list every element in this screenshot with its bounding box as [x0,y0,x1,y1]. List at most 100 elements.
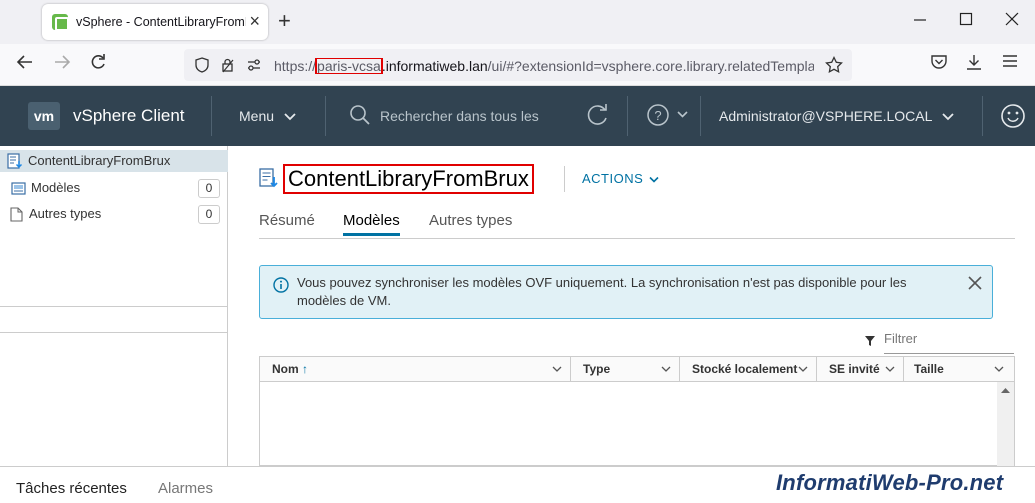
tab-autres-types[interactable]: Autres types [429,212,512,229]
header-divider [982,96,983,136]
sidebar-item-label: Autres types [29,206,102,221]
url-highlighted-hostname: paris-vcsa [315,58,383,74]
address-bar[interactable]: https://paris-vcsa.informatiweb.lan/ui/#… [184,49,852,81]
watermark: InformatiWeb-Pro.net [776,470,1004,495]
alert-message: Vous pouvez synchroniser les modèles OVF… [297,275,907,308]
tab-recent-tasks[interactable]: Tâches récentes [16,480,127,497]
header-divider [627,96,628,136]
column-label: Nom [272,362,299,376]
column-label: Taille [914,362,944,376]
vm-logo: vm [28,102,60,130]
sidebar-divider [0,306,228,307]
column-header-type[interactable]: Type [571,357,680,382]
close-icon[interactable] [968,276,982,290]
global-search-input[interactable]: Rechercher dans tous les [380,108,539,124]
content-library-icon [259,168,279,188]
info-alert: Vous pouvez synchroniser les modèles OVF… [259,265,993,319]
browser-tab-title: vSphere - ContentLibraryFromB [76,15,246,29]
actions-label: ACTIONS [582,171,644,186]
url-text: https://paris-vcsa.informatiweb.lan/ui/#… [274,58,814,74]
column-label: Type [583,362,611,376]
actions-button[interactable]: ACTIONS [582,171,659,186]
chevron-down-icon [649,176,659,184]
new-tab-icon[interactable]: + [278,8,291,34]
download-icon[interactable] [965,53,983,71]
inventory-sidebar: ContentLibraryFromBrux Modèles 0 Autres … [0,146,228,466]
sidebar-root-library[interactable]: ContentLibraryFromBrux [0,150,228,172]
feedback-smiley-icon[interactable] [1000,103,1026,129]
browser-tab[interactable]: vSphere - ContentLibraryFromB × [42,4,268,40]
app-title: vSphere Client [73,106,185,125]
chevron-down-icon[interactable] [661,366,671,373]
browser-nav-bar: https://paris-vcsa.informatiweb.lan/ui/#… [0,44,1035,86]
minimize-icon[interactable] [913,12,927,26]
chevron-down-icon [284,112,296,122]
app-window: vSphere - ContentLibraryFromB × + https:… [0,0,1035,503]
document-icon [10,207,23,222]
user-menu[interactable]: Administrator@VSPHERE.LOCAL [719,108,954,124]
column-header-stocke-localement[interactable]: Stocké localement [680,357,817,382]
menu-label: Menu [239,108,275,124]
count-badge: 0 [198,205,220,224]
tab-alarms[interactable]: Alarmes [158,480,213,497]
reload-icon[interactable] [89,53,107,71]
scroll-up-icon[interactable] [1001,387,1010,393]
column-header-se-invite[interactable]: SE invité [817,357,904,382]
forward-icon[interactable] [53,53,71,71]
user-name: Administrator@VSPHERE.LOCAL [719,108,932,124]
lock-icon[interactable] [220,57,236,73]
sidebar-item-label: Modèles [31,180,81,195]
column-label: SE invité [829,362,880,376]
sidebar-item-modeles[interactable]: Modèles 0 [0,176,228,200]
help-button[interactable]: ? [646,103,692,127]
pocket-icon[interactable] [930,53,948,71]
chevron-down-icon[interactable] [798,366,808,373]
template-icon [11,181,26,196]
header-divider [700,96,701,136]
chevron-down-icon[interactable] [994,366,1004,373]
vsphere-header: vm vSphere Client Menu Rechercher dans t… [0,86,1035,146]
svg-text:?: ? [654,108,661,123]
permissions-icon[interactable] [246,57,262,73]
tab-bar: Résumé Modèles Autres types [259,208,1015,239]
url-path: /ui/#?extensionId=vsphere.core.library.r… [487,58,814,74]
tab-resume[interactable]: Résumé [259,212,315,229]
count-badge: 0 [198,179,220,198]
datagrid-header: Nom ↑ Type Stocké localement SE invité T… [260,357,1014,382]
search-icon[interactable] [349,104,371,126]
column-header-taille[interactable]: Taille [904,357,1014,382]
filter-input[interactable]: Filtrer [884,332,1014,354]
menu-button[interactable]: Menu [239,108,296,124]
column-header-nom[interactable]: Nom ↑ [260,357,571,382]
column-label: Stocké localement [692,362,798,376]
bookmark-star-icon[interactable] [825,56,843,74]
chevron-down-icon[interactable] [885,366,895,373]
title-divider [564,166,565,192]
chevron-down-icon[interactable] [552,366,562,373]
shield-icon[interactable] [194,57,210,73]
back-icon[interactable] [16,53,34,71]
templates-datagrid: Nom ↑ Type Stocké localement SE invité T… [259,356,1015,466]
tab-modeles[interactable]: Modèles [343,212,400,236]
sort-asc-icon: ↑ [302,362,309,376]
url-scheme: https:// [274,58,317,74]
main-content: ContentLibraryFromBrux ACTIONS Résumé Mo… [229,146,1035,466]
header-divider [211,96,212,136]
close-tab-icon[interactable]: × [249,12,260,30]
header-divider [325,96,326,136]
datagrid-scrollbar[interactable] [997,382,1014,466]
info-icon [273,277,289,293]
chevron-down-icon [942,112,954,122]
refresh-icon[interactable] [584,102,610,128]
maximize-icon[interactable] [959,12,973,26]
hamburger-menu-icon[interactable] [1002,53,1018,69]
filter-icon [864,335,876,347]
close-window-icon[interactable] [1005,12,1019,26]
sidebar-divider [0,332,228,333]
url-domain: .informatiweb.lan [381,58,488,74]
sidebar-root-label: ContentLibraryFromBrux [28,153,171,168]
vsphere-favicon-icon [52,14,69,31]
sidebar-item-autres-types[interactable]: Autres types 0 [0,202,228,226]
browser-tab-strip: vSphere - ContentLibraryFromB × + [0,0,1035,44]
page-title: ContentLibraryFromBrux [283,164,534,194]
